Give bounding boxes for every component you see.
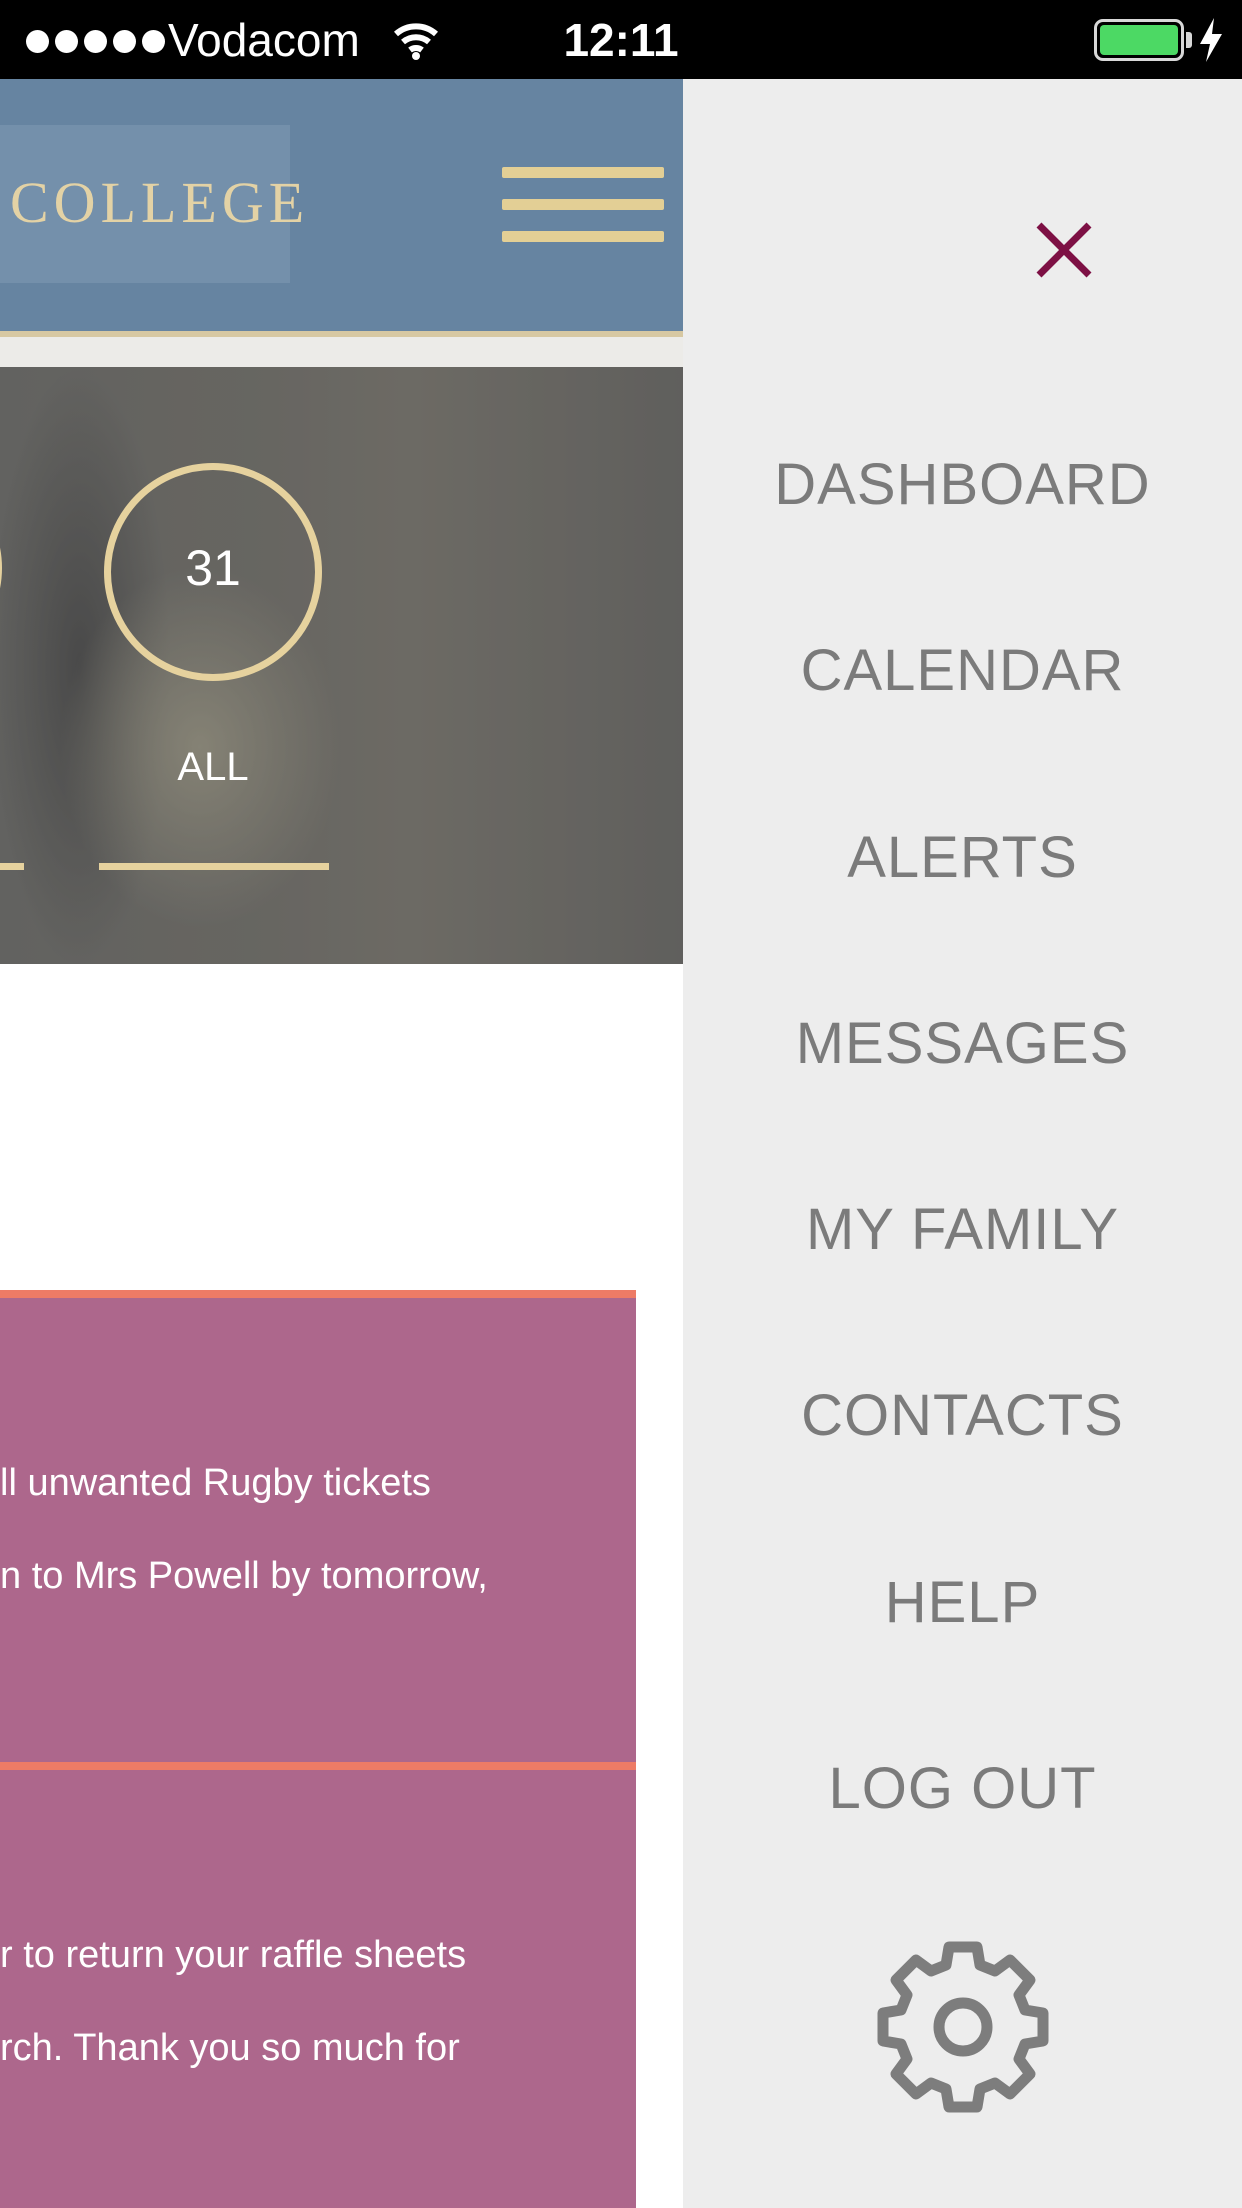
menu-item-dashboard[interactable]: DASHBOARD [683, 451, 1242, 518]
filter-label-all[interactable]: ALL [104, 745, 322, 790]
menu-item-log-out[interactable]: LOG OUT [683, 1755, 1242, 1822]
app-main-view: COLLEGE 31 ALL ll unwanted Rugby tickets… [0, 79, 683, 2208]
menu-item-alerts[interactable]: ALERTS [683, 824, 1242, 891]
hamburger-icon[interactable] [502, 167, 664, 247]
alert-card[interactable]: r to return your raffle sheets rch. Than… [0, 1762, 636, 2208]
close-icon[interactable] [1029, 215, 1099, 285]
card-text-line: ll unwanted Rugby tickets [0, 1462, 431, 1504]
nav-drawer: DASHBOARD CALENDAR ALERTS MESSAGES MY FA… [683, 79, 1242, 2208]
logo-text: COLLEGE [10, 170, 310, 235]
filter-underline-partial [0, 863, 24, 870]
menu-item-help[interactable]: HELP [683, 1569, 1242, 1636]
menu-item-my-family[interactable]: MY FAMILY [683, 1196, 1242, 1263]
alert-card[interactable]: ll unwanted Rugby tickets n to Mrs Powel… [0, 1290, 636, 1764]
menu-item-calendar[interactable]: CALENDAR [683, 637, 1242, 704]
app-header: COLLEGE [0, 79, 683, 331]
hero-banner: 31 ALL [0, 367, 683, 964]
card-text-line: n to Mrs Powell by tomorrow, [0, 1555, 488, 1597]
menu-item-messages[interactable]: MESSAGES [683, 1010, 1242, 1077]
battery-icon [1094, 19, 1184, 61]
card-text-line: rch. Thank you so much for [0, 2027, 460, 2069]
status-time: 12:11 [563, 14, 679, 66]
gear-icon[interactable] [869, 1933, 1057, 2121]
charging-bolt-icon [1200, 18, 1222, 62]
filter-count: 31 [185, 540, 241, 596]
college-logo: COLLEGE [0, 125, 304, 283]
menu-item-contacts[interactable]: CONTACTS [683, 1382, 1242, 1449]
card-text-line: r to return your raffle sheets [0, 1934, 467, 1976]
header-strip [0, 337, 683, 367]
status-bar: Vodacom 12:11 [0, 0, 1242, 79]
filter-underline-all [99, 863, 329, 870]
battery-tip [1186, 32, 1192, 48]
